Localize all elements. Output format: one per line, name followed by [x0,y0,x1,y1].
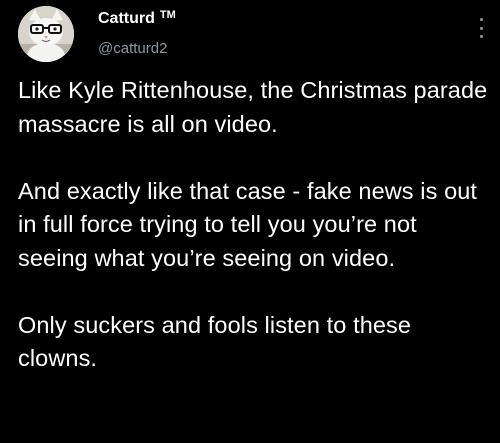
author-names: Catturd TM @catturd2 [98,8,176,60]
tweet-header: Catturd TM @catturd2 [18,6,483,64]
more-vertical-icon[interactable] [476,18,486,38]
tweet-paragraph: And exactly like that case - fake news i… [18,177,478,271]
trademark-badge: TM [159,9,176,21]
author-handle[interactable]: @catturd2 [98,38,176,60]
avatar[interactable] [18,6,74,62]
tweet-text: Like Kyle Rittenhouse, the Christmas par… [18,74,488,376]
author-display-name[interactable]: Catturd TM [98,8,176,30]
tweet-card: Catturd TM @catturd2 Like Kyle Rittenhou… [0,0,500,443]
display-name-text: Catturd [98,10,155,27]
tweet-paragraph: Like Kyle Rittenhouse, the Christmas par… [18,77,488,137]
cat-with-glasses-avatar-icon [18,6,74,62]
tweet-paragraph: Only suckers and fools listen to these c… [18,311,412,372]
